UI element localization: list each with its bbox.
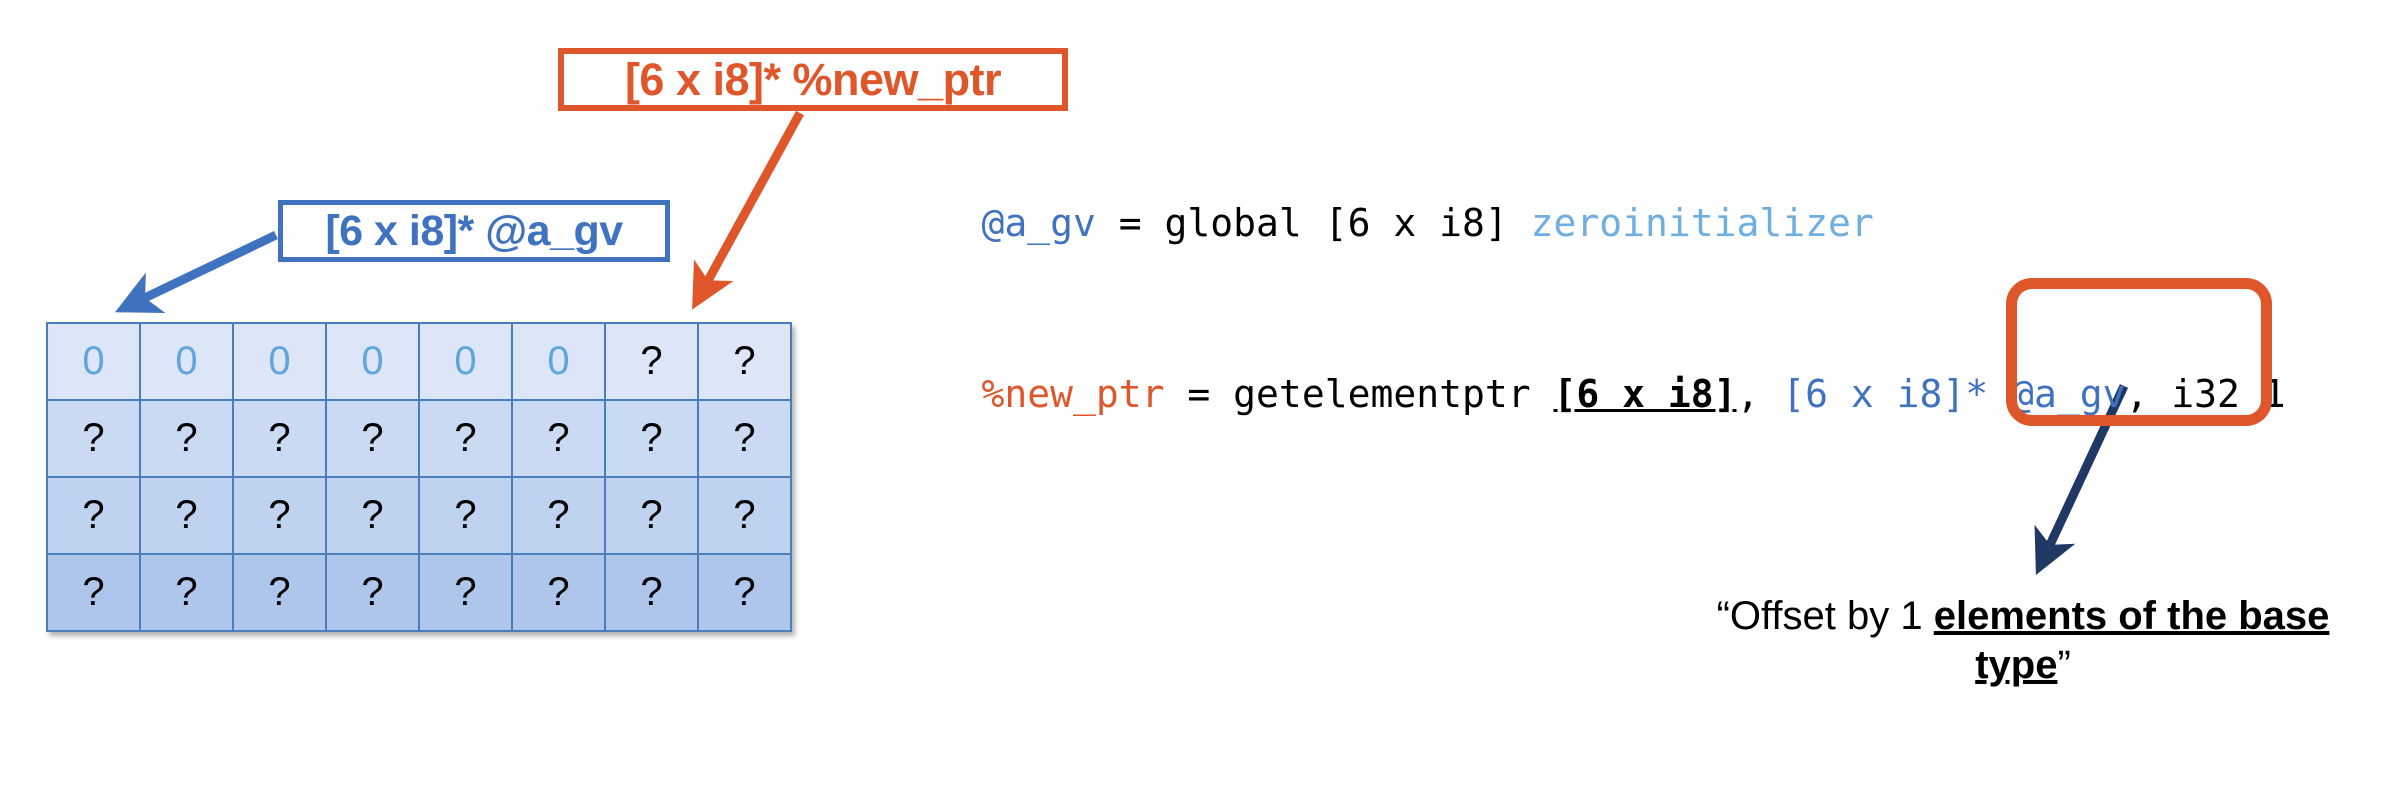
grid-cell[interactable]: 0 [232, 322, 327, 401]
grid-cell[interactable]: ? [46, 553, 141, 632]
table-row: ? ? ? ? ? ? ? ? [46, 476, 792, 555]
grid-cell[interactable]: ? [139, 399, 234, 478]
grid-cell[interactable]: 0 [511, 322, 606, 401]
grid-cell[interactable]: ? [325, 553, 420, 632]
callout-new-ptr-label: [6 x i8]* %new_ptr [624, 53, 1002, 105]
grid-cell[interactable]: ? [511, 476, 606, 555]
callout-a-gv[interactable]: [6 x i8]* @a_gv [278, 200, 670, 262]
offset-caption-emphasis: elements of the base type [1933, 594, 2330, 687]
grid-cell[interactable]: ? [697, 476, 792, 555]
grid-cell[interactable]: ? [46, 399, 141, 478]
slide-canvas: [6 x i8]* %new_ptr [6 x i8]* @a_gv 0 0 0… [0, 0, 2386, 790]
grid-cell[interactable]: ? [232, 476, 327, 555]
grid-cell[interactable]: ? [325, 399, 420, 478]
grid-cell[interactable]: ? [697, 399, 792, 478]
code-token-a-gv: @a_gv [981, 201, 1096, 245]
grid-cell[interactable]: ? [232, 553, 327, 632]
grid-cell[interactable]: ? [139, 476, 234, 555]
grid-cell[interactable]: ? [604, 553, 699, 632]
grid-cell[interactable]: ? [697, 322, 792, 401]
callout-new-ptr[interactable]: [6 x i8]* %new_ptr [558, 48, 1068, 111]
table-row: ? ? ? ? ? ? ? ? [46, 553, 792, 632]
grid-cell[interactable]: ? [46, 476, 141, 555]
offset-caption-lead: “Offset by 1 [1716, 594, 1934, 638]
grid-cell[interactable]: ? [232, 399, 327, 478]
callout-a-gv-label: [6 x i8]* @a_gv [325, 206, 623, 255]
grid-cell[interactable]: ? [697, 553, 792, 632]
grid-cell[interactable]: ? [604, 399, 699, 478]
grid-cell[interactable]: ? [139, 553, 234, 632]
grid-cell[interactable]: ? [511, 399, 606, 478]
offset-highlight-box[interactable] [2006, 278, 2272, 426]
grid-cell[interactable]: ? [604, 322, 699, 401]
grid-cell[interactable]: 0 [418, 322, 513, 401]
code-token-comma-1: , [1736, 372, 1783, 416]
offset-caption: “Offset by 1 elements of the base type” [1713, 592, 2333, 690]
grid-cell[interactable]: 0 [139, 322, 234, 401]
grid-cell[interactable]: 0 [325, 322, 420, 401]
code-token-global-decl: = global [6 x i8] [1095, 201, 1531, 245]
code-token-new-ptr: %new_ptr [981, 372, 1165, 416]
grid-cell[interactable]: ? [418, 399, 513, 478]
table-row: 0 0 0 0 0 0 ? ? [46, 322, 792, 401]
grid-cell[interactable]: 0 [46, 322, 141, 401]
grid-cell[interactable]: ? [418, 553, 513, 632]
memory-grid: 0 0 0 0 0 0 ? ? ? ? ? ? ? ? ? ? ? ? ? ? … [46, 322, 792, 632]
arrow-a-gv-to-grid [115, 230, 278, 314]
offset-caption-close: ” [2057, 642, 2071, 687]
grid-cell[interactable]: ? [418, 476, 513, 555]
arrow-new-ptr-to-grid [692, 110, 804, 310]
code-token-base-type: [6 x i8] [1553, 372, 1737, 416]
table-row: ? ? ? ? ? ? ? ? [46, 399, 792, 478]
grid-cell[interactable]: ? [511, 553, 606, 632]
grid-cell[interactable]: ? [604, 476, 699, 555]
grid-cell[interactable]: ? [325, 476, 420, 555]
code-line-global: @a_gv = global [6 x i8] zeroinitializer [890, 157, 1874, 289]
code-token-getelementptr: = getelementptr [1164, 372, 1554, 416]
code-token-zeroinitializer: zeroinitializer [1530, 201, 1874, 245]
